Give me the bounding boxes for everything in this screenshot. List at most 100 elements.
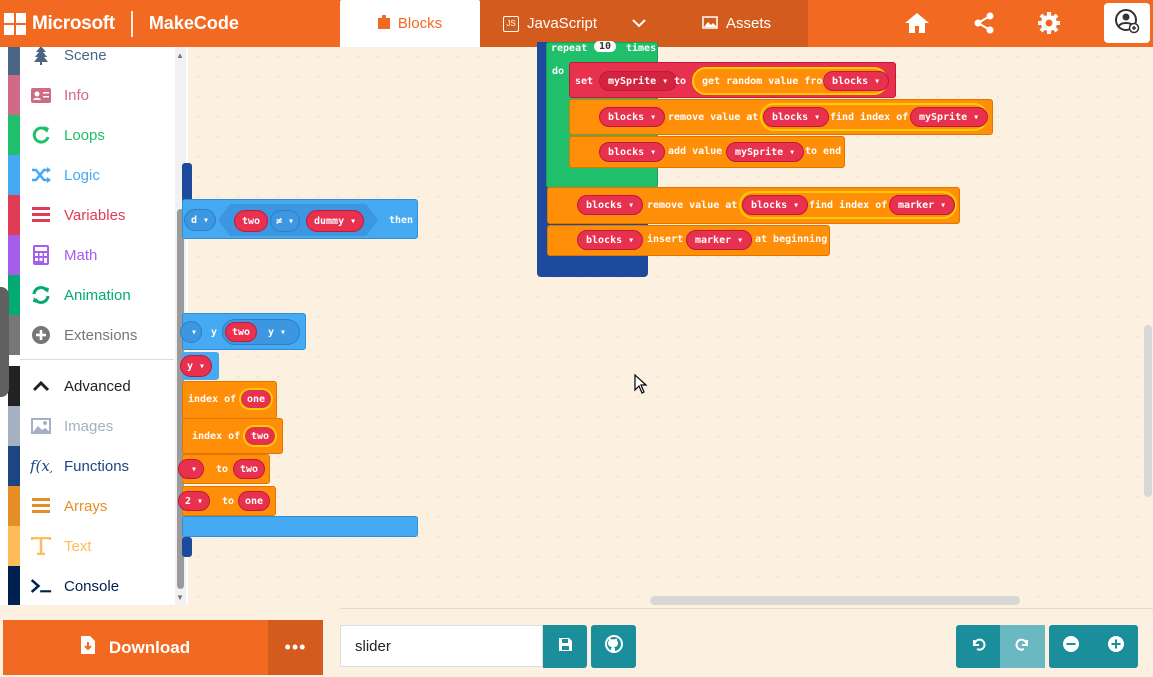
project-name-input[interactable]: [340, 625, 543, 667]
toolbox-category-logic[interactable]: Logic: [0, 155, 174, 195]
var-blocks-2[interactable]: blocks: [599, 107, 666, 127]
toolbox-category-loops[interactable]: Loops: [0, 115, 174, 155]
var-mysprite-dropdown[interactable]: mySprite: [599, 71, 678, 91]
toolbox-category-info[interactable]: Info: [0, 75, 174, 115]
to-label: to: [674, 76, 687, 87]
zoom-out-button[interactable]: [1049, 625, 1093, 668]
category-label: Text: [64, 537, 92, 555]
function-block-edge[interactable]: [182, 163, 192, 203]
github-button[interactable]: [591, 625, 636, 668]
var-dropdown-y[interactable]: y: [180, 355, 213, 377]
function-block-bottom[interactable]: [182, 537, 192, 557]
category-label: Animation: [64, 286, 131, 304]
var-blocks-5[interactable]: blocks: [577, 195, 644, 215]
download-button[interactable]: Download: [3, 620, 268, 675]
toolbox: Scene Info Loops Logic Variables Math Animatio…: [0, 47, 188, 605]
scroll-down-icon[interactable]: ▼: [176, 593, 184, 602]
toolbox-category-text[interactable]: Text: [0, 526, 174, 566]
toolbox-category-extensions[interactable]: Extensions: [0, 315, 174, 355]
category-label: Images: [64, 417, 114, 435]
var-marker-1[interactable]: marker: [889, 195, 956, 215]
var-two-2[interactable]: two: [225, 322, 258, 342]
var-one-2[interactable]: one: [238, 491, 271, 511]
brand[interactable]: Microsoft MakeCode: [0, 0, 239, 47]
chevron-down-icon: [632, 15, 646, 33]
do-label: do: [552, 66, 565, 77]
toolbox-category-images[interactable]: Images: [0, 406, 174, 446]
github-icon: [604, 635, 623, 658]
toolbox-category-console[interactable]: Console: [0, 566, 174, 605]
y-prop-caret: ▾: [280, 327, 287, 338]
var-blocks-4[interactable]: blocks: [599, 142, 666, 162]
find-index-label-2: find index of: [809, 200, 888, 211]
then-label: then: [389, 215, 414, 226]
download-label: Download: [108, 637, 191, 657]
toolbox-category-arrays[interactable]: Arrays: [0, 486, 174, 526]
category-color-stripe: [8, 366, 20, 406]
var-blocks-6[interactable]: blocks: [742, 195, 809, 215]
workspace-vertical-scrollbar[interactable]: [1144, 325, 1152, 497]
redo-button[interactable]: [1000, 625, 1045, 668]
svg-text:f(x): f(x): [30, 457, 52, 475]
var-two-4[interactable]: two: [233, 459, 266, 479]
ellipsis-icon: •••: [284, 637, 307, 657]
var-blocks-3[interactable]: blocks: [763, 107, 830, 127]
insert-label: insert: [647, 234, 684, 245]
bottom-divider: [340, 608, 1153, 609]
toolbox-category-math[interactable]: Math: [0, 235, 174, 275]
var-mysprite-2[interactable]: mySprite: [910, 107, 989, 127]
var-one[interactable]: one: [239, 388, 274, 410]
var-two-3[interactable]: two: [243, 425, 278, 447]
toolbox-category-variables[interactable]: Variables: [0, 195, 174, 235]
category-color-stripe: [8, 155, 20, 195]
category-color-stripe: [8, 195, 20, 235]
category-color-stripe: [8, 115, 20, 155]
operator-dropdown[interactable]: ≠: [270, 210, 301, 232]
repeat-count[interactable]: 10: [594, 41, 617, 52]
toolbox-category-scene[interactable]: Scene: [0, 47, 174, 75]
blocks-workspace[interactable]: d two ≠ dummy then y two y ▾ y index of …: [178, 41, 1153, 605]
language-dropdown[interactable]: [632, 0, 646, 47]
scroll-up-icon[interactable]: ▲: [176, 51, 184, 60]
tab-javascript[interactable]: JS JavaScript: [503, 0, 597, 47]
var-dummy[interactable]: dummy: [306, 210, 365, 232]
home-icon[interactable]: [900, 8, 934, 38]
category-color-stripe: [8, 75, 20, 115]
category-label: Scene: [64, 47, 107, 64]
var-dropdown-d[interactable]: d: [184, 209, 217, 231]
workspace-horizontal-scrollbar[interactable]: [650, 596, 1020, 605]
tab-assets[interactable]: Assets: [702, 0, 771, 47]
toolbox-category-functions[interactable]: f(x) Functions: [0, 446, 174, 486]
category-color-stripe: [8, 47, 20, 75]
var-marker-2[interactable]: marker: [686, 230, 753, 250]
var-blocks-1[interactable]: blocks: [823, 71, 890, 91]
editor-tabs: Blocks JS JavaScript Assets: [340, 0, 808, 47]
zoom-in-button[interactable]: [1093, 625, 1138, 668]
list-icon: [30, 204, 52, 226]
more-options-button[interactable]: •••: [268, 620, 323, 675]
toolbox-category-advanced[interactable]: Advanced: [0, 366, 174, 406]
var-blocks-7[interactable]: blocks: [577, 230, 644, 250]
javascript-icon: JS: [503, 15, 519, 32]
toolbox-category-animation[interactable]: Animation: [0, 275, 174, 315]
category-label: Console: [64, 577, 120, 595]
share-icon[interactable]: [967, 8, 1001, 38]
download-file-icon: [80, 636, 95, 659]
var-dropdown-x[interactable]: [180, 321, 203, 343]
undo-button[interactable]: [956, 625, 1000, 668]
mouse-cursor-icon: [634, 373, 648, 399]
var-two[interactable]: two: [234, 210, 269, 232]
var-mysprite-3[interactable]: mySprite: [726, 142, 805, 162]
category-label: Functions: [64, 457, 130, 475]
save-button[interactable]: [543, 625, 587, 668]
user-avatar-button[interactable]: [1104, 3, 1150, 43]
gear-icon[interactable]: [1032, 8, 1066, 38]
flyout-handle[interactable]: [0, 287, 9, 397]
var-dropdown-s2[interactable]: 2: [178, 491, 211, 511]
tab-blocks[interactable]: Blocks: [340, 0, 480, 47]
tree-icon: [30, 47, 52, 66]
var-dropdown-s[interactable]: [178, 459, 205, 479]
top-bar: Microsoft MakeCode Blocks JS JavaScript …: [0, 0, 1153, 47]
brand-microsoft: Microsoft: [32, 12, 115, 34]
if-block-bottom[interactable]: [182, 516, 418, 537]
